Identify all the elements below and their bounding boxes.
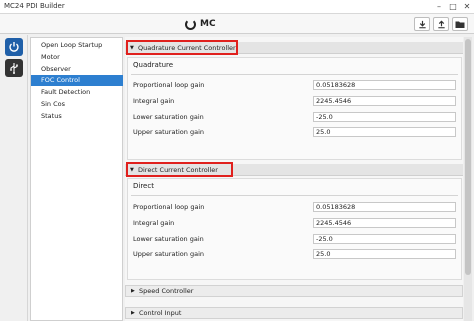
field-label: Integral gain: [133, 97, 175, 105]
usb-icon: [10, 63, 18, 74]
maximize-icon[interactable]: □: [446, 1, 460, 13]
field-label: Upper saturation gain: [133, 128, 204, 136]
title-bar: MC24 PDI Builder – □ ✕: [0, 0, 474, 14]
nav-panel: Open Loop Startup Motor Observer FOC Con…: [30, 37, 123, 321]
download-button[interactable]: [414, 17, 430, 31]
integral-gain-input[interactable]: 2245.4546: [313, 218, 456, 228]
power-logo-icon: [185, 18, 196, 30]
field-label: Upper saturation gain: [133, 250, 204, 258]
group-quadrature: [127, 57, 462, 160]
close-icon[interactable]: ✕: [460, 1, 474, 13]
upper-saturation-input[interactable]: 25.0: [313, 127, 456, 137]
expand-arrow-icon: ▶: [131, 310, 135, 316]
toolbar: MC: [0, 14, 474, 34]
group-direct: [127, 178, 462, 280]
nav-item-sin-cos[interactable]: Sin Cos: [31, 99, 123, 110]
proportional-gain-input[interactable]: 0.05183628: [313, 202, 456, 212]
group-divider: [131, 195, 458, 196]
nav-item-observer[interactable]: Observer: [31, 64, 123, 75]
upper-saturation-input[interactable]: 25.0: [313, 249, 456, 259]
open-folder-button[interactable]: [452, 17, 468, 31]
field-label: Proportional loop gain: [133, 81, 205, 89]
lower-saturation-input[interactable]: -25.0: [313, 112, 456, 122]
nav-item-fault-detection[interactable]: Fault Detection: [31, 87, 123, 98]
nav-item-motor[interactable]: Motor: [31, 52, 123, 63]
app-window: MC24 PDI Builder – □ ✕ MC Open Loop Star…: [0, 0, 474, 321]
upload-icon: [437, 20, 445, 28]
download-icon: [418, 20, 426, 28]
power-button[interactable]: [5, 38, 23, 56]
lower-saturation-input[interactable]: -25.0: [313, 234, 456, 244]
expand-arrow-icon: ▶: [131, 288, 135, 294]
window-title: MC24 PDI Builder: [4, 2, 65, 10]
scrollbar-thumb[interactable]: [465, 39, 471, 275]
group-title: Quadrature: [133, 61, 174, 69]
group-title: Direct: [133, 182, 154, 190]
section-header-control-input[interactable]: ▶ Control Input: [125, 307, 463, 319]
nav-item-status[interactable]: Status: [31, 111, 123, 122]
upload-button[interactable]: [433, 17, 449, 31]
section-header-label: Speed Controller: [139, 287, 194, 295]
app-name: MC: [200, 19, 216, 29]
section-header-label: Control Input: [139, 309, 182, 317]
field-label: Proportional loop gain: [133, 203, 205, 211]
vertical-scrollbar[interactable]: [464, 37, 472, 321]
highlight-box: [126, 162, 233, 177]
nav-item-open-loop-startup[interactable]: Open Loop Startup: [31, 40, 123, 51]
field-label: Lower saturation gain: [133, 113, 204, 121]
folder-icon: [455, 21, 465, 28]
field-label: Lower saturation gain: [133, 235, 204, 243]
integral-gain-input[interactable]: 2245.4546: [313, 96, 456, 106]
field-label: Integral gain: [133, 219, 175, 227]
proportional-gain-input[interactable]: 0.05183628: [313, 80, 456, 90]
usb-connection-button[interactable]: [5, 59, 23, 77]
nav-item-foc-control[interactable]: FOC Control: [31, 75, 123, 86]
app-header: MC: [185, 17, 216, 31]
group-divider: [131, 74, 458, 75]
power-icon: [9, 42, 19, 52]
highlight-box: [126, 40, 238, 55]
section-header-speed-controller[interactable]: ▶ Speed Controller: [125, 285, 463, 297]
left-rail: [0, 35, 28, 321]
minimize-icon[interactable]: –: [432, 1, 446, 13]
